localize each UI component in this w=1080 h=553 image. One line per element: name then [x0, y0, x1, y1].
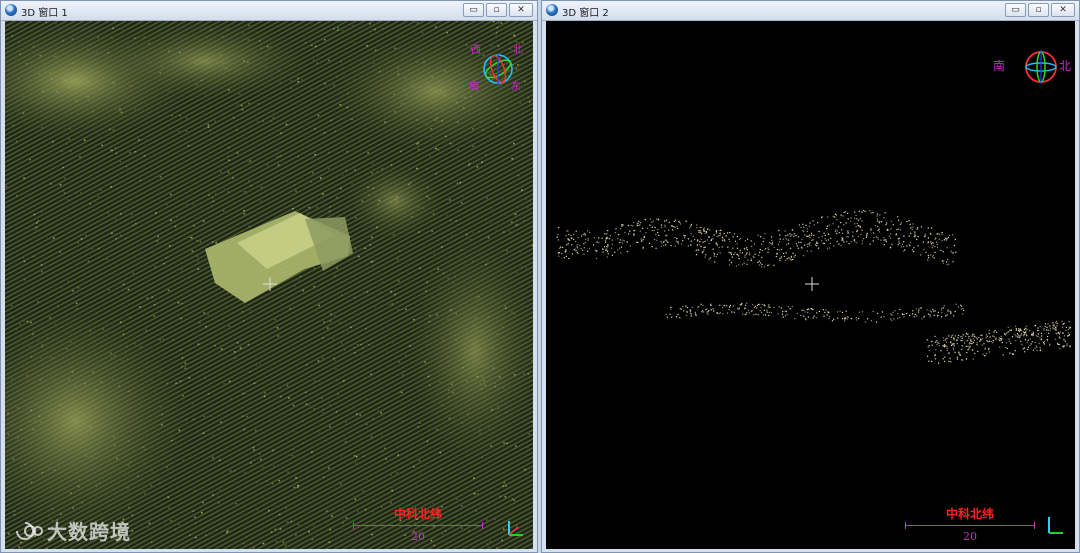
- scale-bar-line: [905, 522, 1035, 530]
- scale-bar-line: [353, 522, 483, 530]
- scale-bar: 中科北纬 20: [353, 507, 483, 543]
- axis-triad-icon: [508, 521, 523, 536]
- window-1-title: 3D 窗口 1: [21, 8, 68, 19]
- orientation-compass[interactable]: 南 北: [993, 43, 1071, 91]
- window-1-titlebar[interactable]: 3D 窗口 1 ▭ ▫ ✕: [1, 1, 537, 21]
- axis-triad-icon: [1048, 517, 1063, 534]
- restore-button[interactable]: ▫: [486, 3, 507, 17]
- minimize-button[interactable]: ▭: [463, 3, 484, 17]
- compass-east-label: 东: [511, 82, 521, 93]
- crosshair-cursor: [805, 277, 819, 291]
- window-2-titlebar[interactable]: 3D 窗口 2 ▭ ▫ ✕: [542, 1, 1079, 21]
- minimize-button[interactable]: ▭: [1005, 3, 1026, 17]
- compass-south-label: 南: [993, 59, 1006, 73]
- close-button[interactable]: ✕: [509, 3, 533, 17]
- scale-bar: 中科北纬 20: [905, 507, 1035, 543]
- close-button[interactable]: ✕: [1051, 3, 1075, 17]
- watermark-logo-icon: [16, 521, 43, 540]
- window-2-title: 3D 窗口 2: [562, 8, 609, 19]
- watermark: 大数跨境: [13, 516, 131, 545]
- 3d-window-1[interactable]: 3D 窗口 1 ▭ ▫ ✕ 西 北 南 东 中科北纬 20 大数跨境: [0, 0, 538, 553]
- scale-bar-value: 20: [411, 530, 425, 543]
- point-cloud-viewport-1[interactable]: 西 北 南 东 中科北纬 20 大数跨境: [5, 21, 533, 549]
- crosshair-cursor: [263, 277, 277, 291]
- scale-bar-title: 中科北纬: [945, 507, 994, 521]
- compass-north-label: 北: [513, 45, 523, 56]
- scale-bar-value: 20: [963, 530, 977, 543]
- compass-north-label: 北: [1058, 59, 1071, 73]
- 3d-window-2[interactable]: 3D 窗口 2 ▭ ▫ ✕ 南 北 中科北纬 20: [541, 0, 1080, 553]
- point-cloud-viewport-2[interactable]: 南 北 中科北纬 20: [546, 21, 1075, 549]
- compass-south-label: 南: [469, 82, 479, 93]
- app-globe-icon: [546, 4, 558, 16]
- scale-bar-title: 中科北纬: [393, 507, 442, 521]
- restore-button[interactable]: ▫: [1028, 3, 1049, 17]
- app-globe-icon: [5, 4, 17, 16]
- orientation-compass[interactable]: 西 北 南 东: [469, 45, 523, 93]
- compass-globe-icon: [1025, 50, 1057, 84]
- compass-west-label: 西: [471, 45, 481, 56]
- watermark-text: 大数跨境: [47, 520, 131, 544]
